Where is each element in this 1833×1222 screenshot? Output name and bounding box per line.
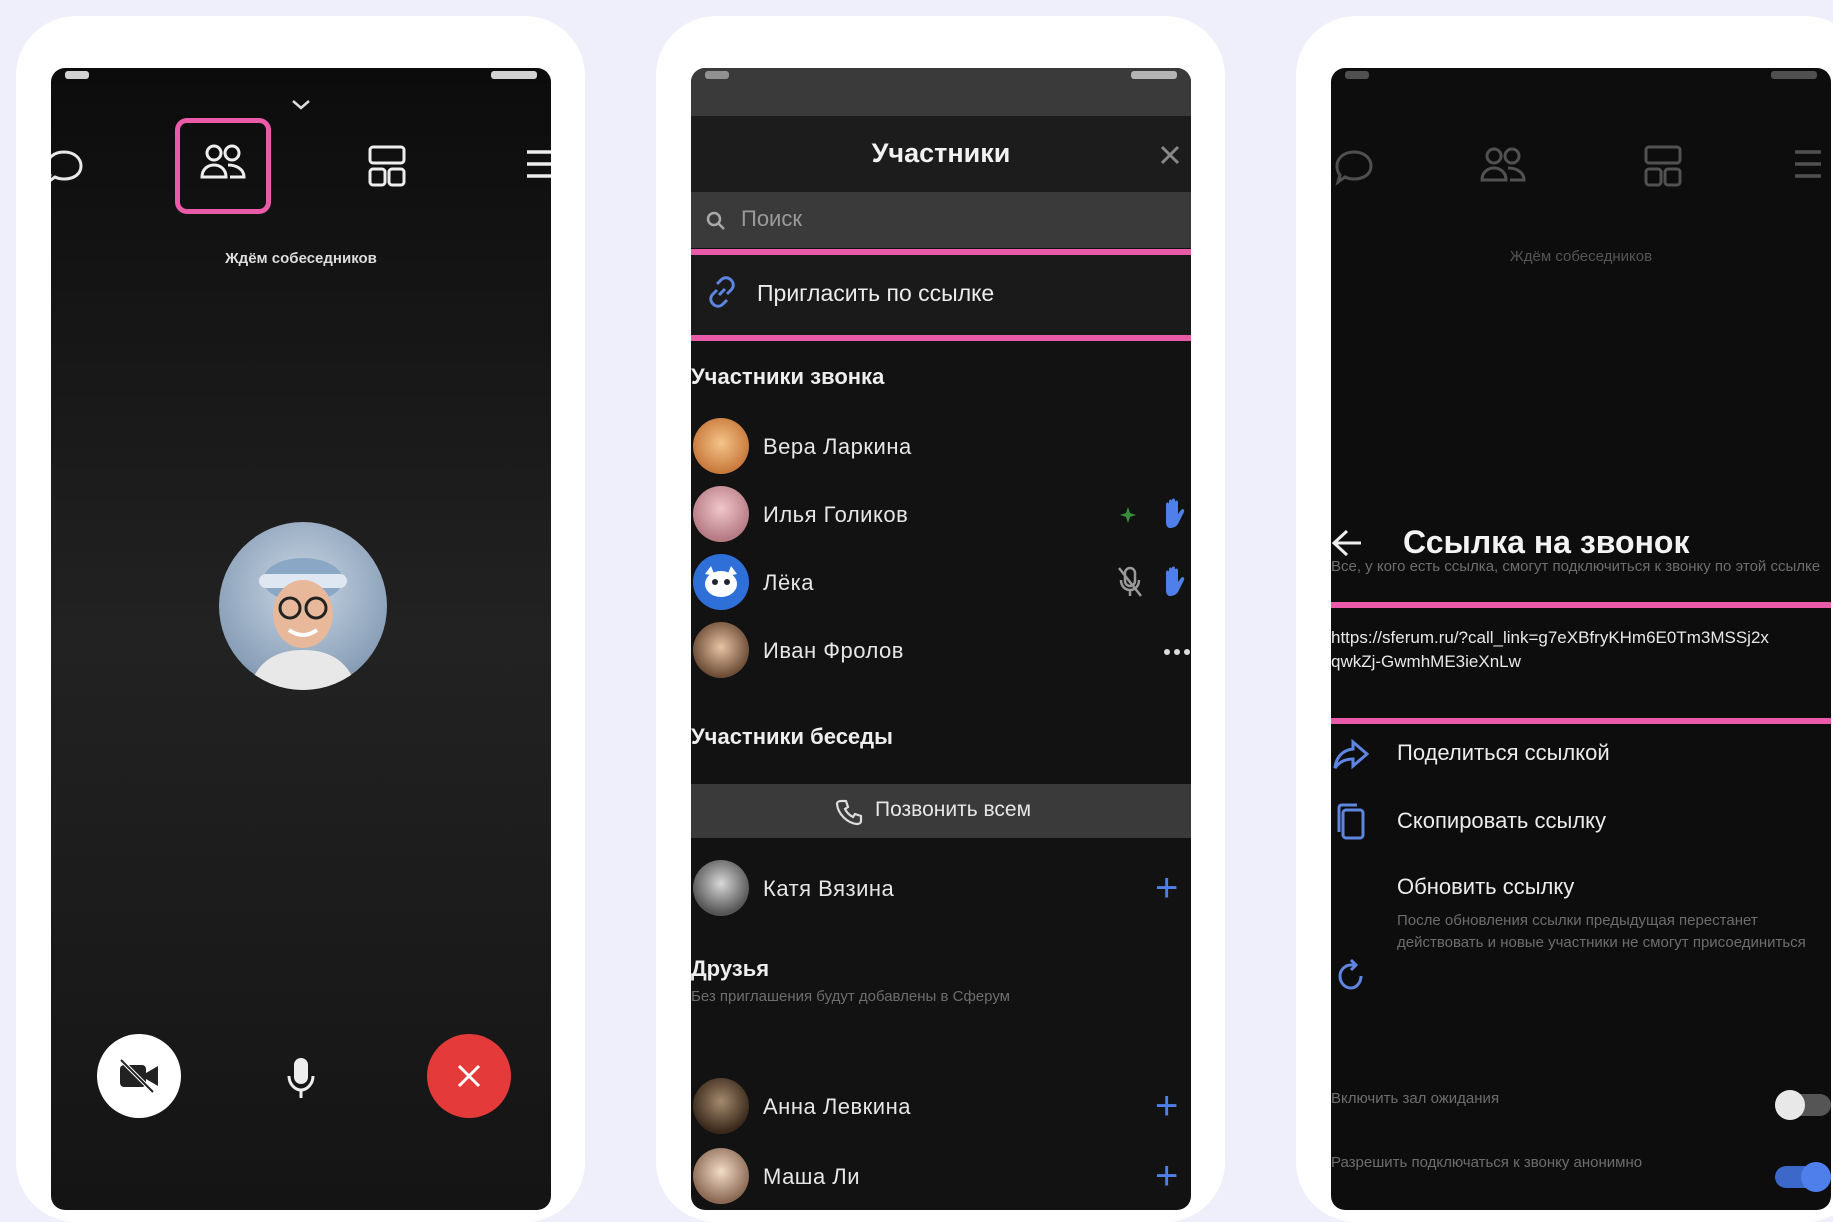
end-call-button[interactable] (427, 1034, 511, 1118)
menu-icon (1795, 150, 1821, 178)
phone-card-1: Ждём собеседников (16, 16, 585, 1222)
waiting-room-toggle[interactable] (1775, 1090, 1831, 1120)
participants-icon (200, 144, 246, 179)
video-toggle-button[interactable] (97, 1034, 181, 1118)
call-link-screen: Ждём собеседников Ссылка на звонок Все, … (1331, 68, 1831, 1210)
member-name: Вера Ларкина (763, 434, 912, 459)
refresh-icon (1338, 958, 1363, 990)
add-friend-button[interactable]: + (1155, 1086, 1178, 1126)
status-bar (691, 68, 1191, 86)
search-icon (706, 211, 725, 230)
anonymous-join-label: Разрешить подключаться к звонку анонимно (1331, 1154, 1643, 1171)
call-screen: Ждём собеседников (51, 68, 551, 1210)
raised-hand-icon (1166, 498, 1185, 528)
copy-link-button[interactable]: Скопировать ссылку (1397, 808, 1606, 834)
list-item[interactable]: Иван Фролов (691, 618, 1191, 684)
waiting-status: Ждём собеседников (225, 250, 377, 267)
chat-icon[interactable] (51, 146, 85, 188)
close-icon[interactable] (1159, 144, 1181, 166)
chat-members-header: Участники беседы (691, 724, 893, 749)
list-item[interactable]: Анна Левкина + (691, 1074, 1191, 1140)
participants-button[interactable] (175, 118, 271, 214)
phone-card-3: Ждём собеседников Ссылка на звонок Все, … (1296, 16, 1833, 1222)
waiting-room-label: Включить зал ожидания (1331, 1090, 1500, 1107)
copy-icon (1337, 803, 1365, 840)
avatar (693, 622, 749, 678)
share-link-button[interactable]: Поделиться ссылкой (1397, 740, 1610, 766)
link-icon (709, 276, 735, 308)
waiting-status: Ждём собеседников (1509, 248, 1653, 265)
member-name: Иван Фролов (763, 638, 904, 663)
avatar (693, 486, 749, 542)
friends-header: Друзья (691, 956, 770, 981)
phone-card-2: Участники Поиск Пригласить по ссылке Уча… (656, 16, 1225, 1222)
friends-subtitle: Без приглашения будут добавлены в Сферум (691, 988, 1010, 1005)
add-friend-button[interactable]: + (1155, 1156, 1178, 1196)
sheet-title: Участники (871, 138, 1011, 168)
list-item[interactable]: Катя Вязина + (691, 856, 1191, 922)
close-icon (457, 1064, 481, 1088)
avatar (693, 554, 749, 610)
list-item[interactable]: Вера Ларкина (691, 414, 1191, 480)
avatar (693, 860, 749, 916)
toggle-knob (1775, 1090, 1805, 1120)
avatar (693, 418, 749, 474)
caller-avatar (219, 522, 387, 690)
member-name: Катя Вязина (763, 876, 895, 901)
phone-icon (835, 799, 863, 826)
status-bar (51, 68, 551, 86)
avatar (693, 1148, 749, 1204)
link-box[interactable]: https://sferum.ru/?call_link=g7eXBfryKHm… (1331, 602, 1831, 724)
layout-icon[interactable] (367, 144, 407, 188)
member-name: Маша Ли (763, 1164, 861, 1189)
invite-link-row[interactable]: Пригласить по ссылке (691, 249, 1191, 341)
microphone-icon[interactable] (285, 1056, 317, 1100)
search-placeholder: Поиск (741, 206, 802, 231)
anonymous-join-toggle[interactable] (1775, 1162, 1831, 1192)
layout-icon (1644, 145, 1682, 187)
search-input[interactable]: Поиск (691, 192, 1191, 248)
member-name: Анна Левкина (763, 1094, 911, 1119)
invite-link-label: Пригласить по ссылке (757, 280, 995, 306)
refresh-link-button[interactable]: Обновить ссылку (1397, 874, 1574, 900)
share-icon (1333, 738, 1369, 770)
sparkle-icon (1120, 507, 1136, 523)
avatar (693, 1078, 749, 1134)
more-icon[interactable] (1163, 648, 1191, 656)
toggle-knob (1801, 1162, 1831, 1192)
chat-icon (1335, 150, 1373, 186)
call-all-label: Позвонить всем (875, 798, 1032, 821)
link-description: Все, у кого есть ссылка, смогут подключи… (1331, 558, 1821, 575)
list-item[interactable]: Маша Ли + (691, 1144, 1191, 1210)
list-item[interactable]: Лёка (691, 550, 1191, 616)
back-arrow-icon[interactable] (1331, 528, 1363, 558)
video-off-icon (119, 1058, 158, 1094)
status-bar (1331, 68, 1831, 86)
raised-hand-icon (1166, 566, 1185, 596)
participants-icon (1480, 147, 1526, 182)
member-name: Илья Голиков (763, 502, 909, 527)
participants-screen: Участники Поиск Пригласить по ссылке Уча… (691, 68, 1191, 1210)
link-url[interactable]: https://sferum.ru/?call_link=g7eXBfryKHm… (1331, 626, 1771, 674)
list-item[interactable]: Илья Голиков (691, 482, 1191, 548)
call-all-button[interactable]: Позвонить всем (691, 784, 1191, 838)
call-members-header: Участники звонка (691, 364, 885, 389)
chevron-down-icon[interactable] (289, 98, 313, 112)
member-name: Лёка (763, 570, 815, 595)
refresh-description: После обновления ссылки предыдущая перес… (1397, 912, 1806, 951)
menu-icon[interactable] (525, 148, 551, 180)
microphone-off-icon (1118, 566, 1142, 597)
add-member-button[interactable]: + (1155, 868, 1178, 908)
